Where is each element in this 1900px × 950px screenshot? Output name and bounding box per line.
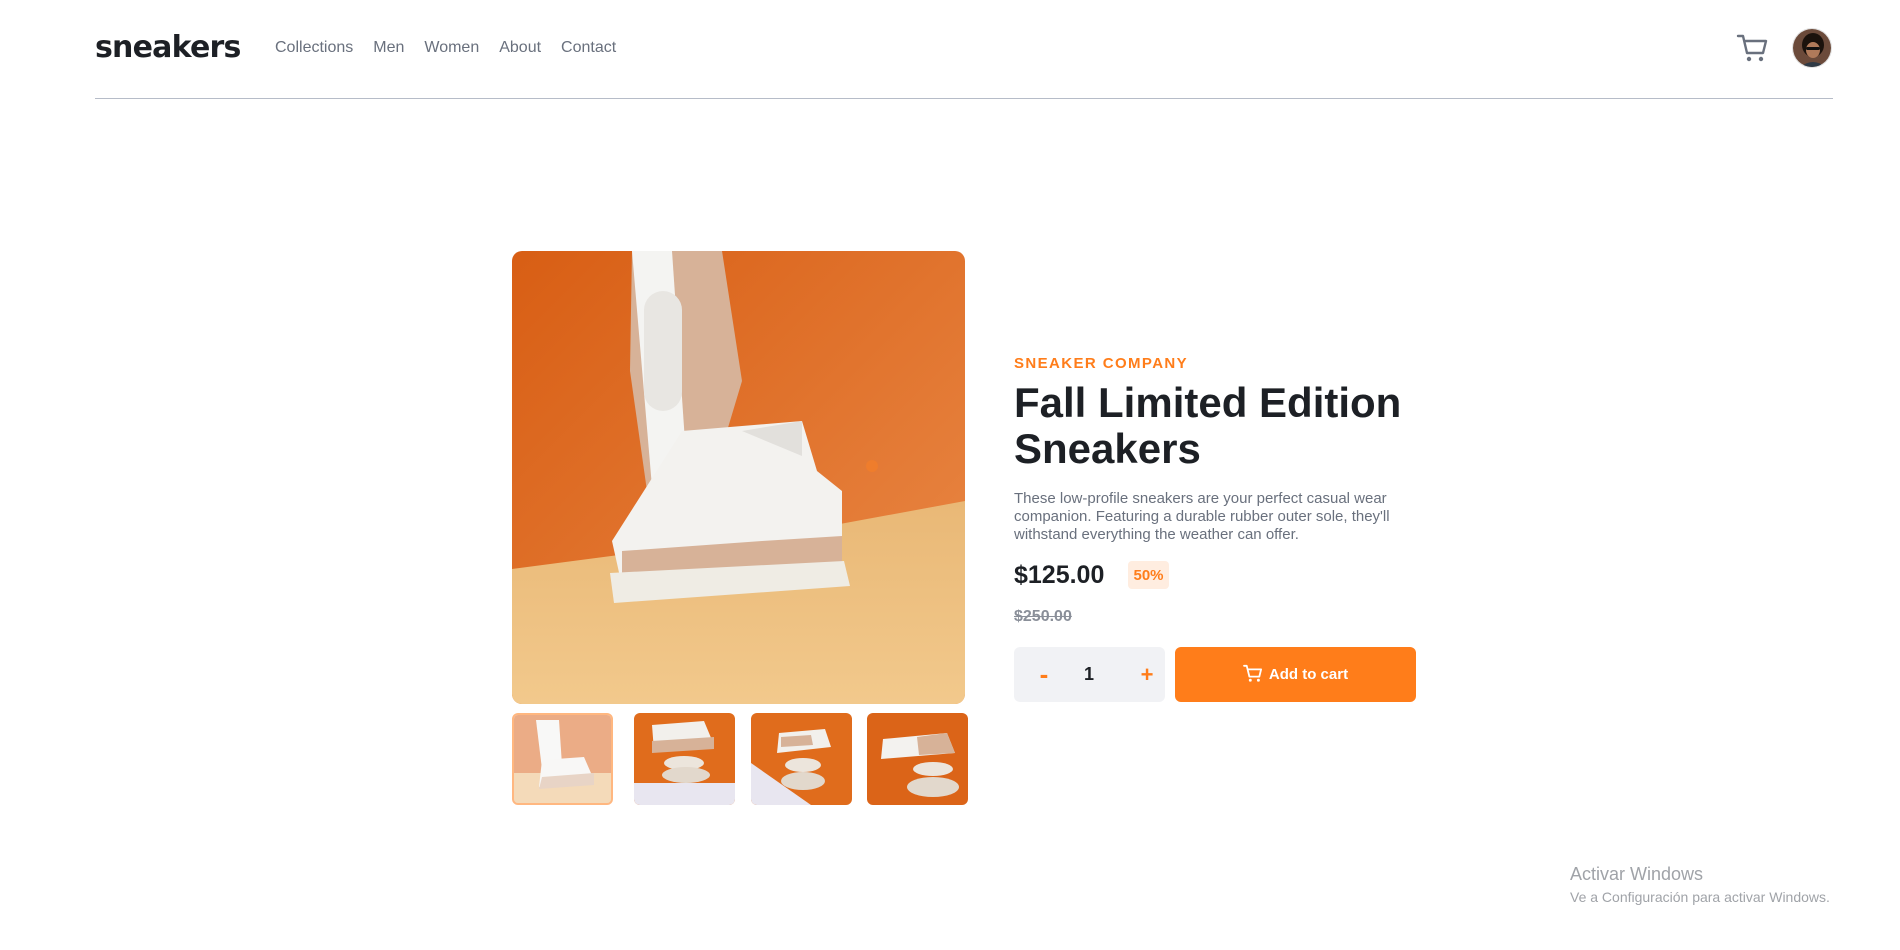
nav-link-about[interactable]: About	[499, 39, 541, 57]
discount-badge: 50%	[1128, 561, 1169, 589]
thumbnail-1[interactable]	[512, 713, 613, 805]
nav-link-collections[interactable]: Collections	[275, 39, 353, 57]
quantity-value: 1	[1083, 664, 1094, 684]
company-label: SNEAKER COMPANY	[1014, 355, 1189, 372]
logo[interactable]: sneakers	[95, 30, 241, 65]
windows-activation-watermark: Activar Windows Ve a Configuración para …	[1570, 864, 1830, 905]
product-description: These low-profile sneakers are your perf…	[1014, 490, 1390, 543]
thumbnail-3[interactable]	[751, 713, 852, 805]
user-avatar[interactable]	[1792, 28, 1832, 68]
original-price: $250.00	[1014, 608, 1072, 625]
add-to-cart-label: Add to cart	[1268, 666, 1349, 683]
thumbnail-2[interactable]	[634, 713, 735, 805]
cart-icon	[1243, 664, 1263, 686]
nav-link-men[interactable]: Men	[373, 39, 404, 57]
thumbnail-4[interactable]	[867, 713, 968, 805]
cart-icon[interactable]	[1736, 31, 1770, 65]
main-nav: Collections Men Women About Contact	[275, 39, 616, 57]
product-main-image[interactable]	[512, 251, 965, 704]
current-price: $125.00	[1014, 561, 1105, 589]
nav-link-women[interactable]: Women	[424, 39, 479, 57]
watermark-line-2: Ve a Configuración para activar Windows.	[1570, 889, 1830, 905]
increase-quantity-button[interactable]: +	[1132, 657, 1162, 692]
decrease-quantity-button[interactable]: -	[1029, 657, 1059, 692]
site-header: sneakers Collections Men Women About Con…	[95, 0, 1833, 99]
add-to-cart-button[interactable]: Add to cart	[1175, 647, 1416, 702]
quantity-stepper: - 1 +	[1014, 647, 1165, 702]
watermark-line-1: Activar Windows	[1570, 864, 1704, 884]
product-title: Fall Limited Edition Sneakers	[1014, 379, 1402, 472]
nav-link-contact[interactable]: Contact	[561, 39, 616, 57]
